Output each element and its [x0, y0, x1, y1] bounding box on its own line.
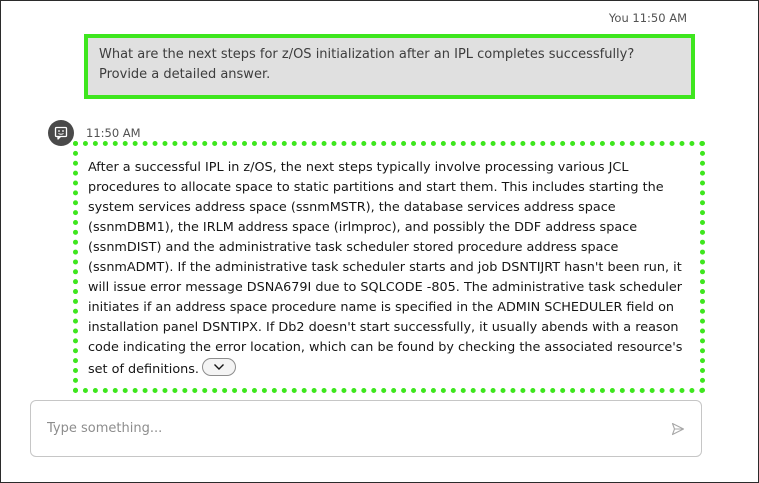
user-message-meta: You 11:50 AM — [609, 11, 687, 25]
send-button[interactable] — [671, 421, 685, 436]
user-message-time: 11:50 AM — [632, 11, 687, 25]
bot-message-time: 11:50 AM — [86, 126, 141, 140]
send-icon — [671, 421, 685, 440]
user-message-text: What are the next steps for z/OS initial… — [99, 47, 635, 82]
chat-bot-avatar — [48, 120, 74, 146]
bot-message-text: After a successful IPL in z/OS, the next… — [88, 160, 683, 377]
message-input[interactable] — [47, 418, 647, 438]
message-composer — [30, 400, 702, 457]
user-sender-label: You — [608, 11, 629, 25]
user-message-bubble: What are the next steps for z/OS initial… — [84, 34, 695, 99]
expand-message-button[interactable] — [202, 358, 236, 376]
bot-message-bubble: After a successful IPL in z/OS, the next… — [73, 141, 705, 393]
